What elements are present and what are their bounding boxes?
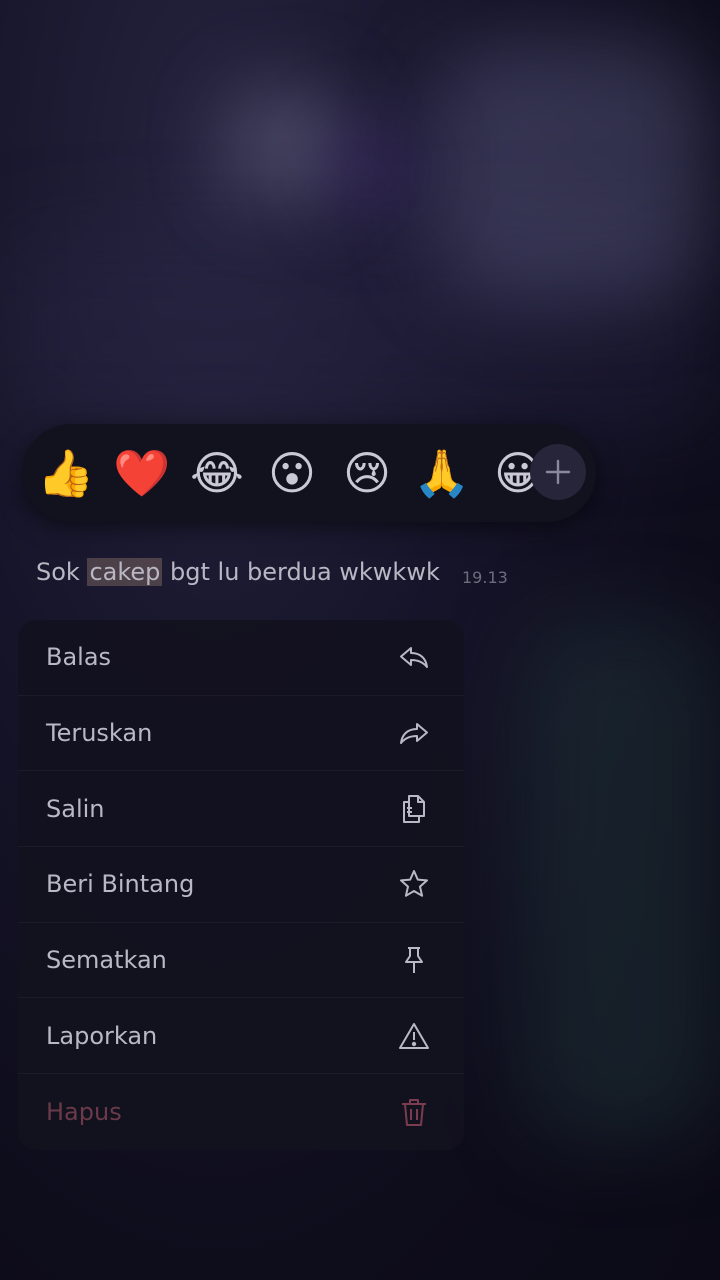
message-highlighted-word: cakep — [87, 558, 163, 586]
background-blur — [520, 620, 720, 1140]
background-blur — [330, 130, 410, 210]
menu-item-label: Hapus — [46, 1097, 122, 1126]
heart-icon: ❤️ — [113, 445, 171, 500]
background-blur — [230, 90, 340, 200]
copy-icon — [398, 793, 430, 825]
menu-item-label: Balas — [46, 643, 112, 672]
menu-item-copy[interactable]: Salin — [18, 771, 464, 848]
trash-icon — [398, 1096, 430, 1128]
star-icon — [398, 868, 430, 900]
reaction-red-heart[interactable]: ❤️ — [112, 424, 172, 522]
reply-icon — [398, 641, 430, 673]
message-text-end: bgt lu berdua wkwkwk — [162, 558, 440, 586]
menu-item-label: Sematkan — [46, 946, 167, 975]
background-blur — [430, 40, 710, 300]
warning-icon — [398, 1020, 430, 1052]
reaction-bar: 👍 ❤️ 😂 😮 😢 🙏 😀 — [22, 424, 596, 522]
reaction-tears-of-joy[interactable]: 😂 — [187, 424, 247, 522]
menu-item-report[interactable]: Laporkan — [18, 998, 464, 1075]
message-timestamp: 19.13 — [462, 568, 508, 587]
crying-face-icon: 😢 — [343, 446, 391, 500]
folded-hands-icon: 🙏 — [413, 445, 471, 500]
tears-of-joy-icon: 😂 — [190, 446, 244, 500]
chat-screen-overlay: 👍 ❤️ 😂 😮 😢 🙏 😀 Sok cakep bgt lu berdua w… — [0, 0, 720, 1280]
menu-item-reply[interactable]: Balas — [18, 620, 464, 696]
menu-item-delete[interactable]: Hapus — [18, 1074, 464, 1150]
menu-item-label: Teruskan — [46, 719, 153, 748]
reaction-surprised[interactable]: 😮 — [262, 424, 322, 522]
message-text-start: Sok — [36, 558, 88, 586]
reaction-folded-hands[interactable]: 🙏 — [412, 424, 472, 522]
selected-message: Sok cakep bgt lu berdua wkwkwk — [36, 552, 440, 592]
menu-item-pin[interactable]: Sematkan — [18, 923, 464, 999]
thumbs-up-icon: 👍 — [37, 445, 95, 500]
pin-icon — [398, 944, 430, 976]
forward-icon — [398, 717, 430, 749]
add-reaction-button[interactable] — [530, 444, 586, 500]
message-context-menu: Balas Teruskan Salin Beri Bintang Sematk… — [18, 620, 464, 1150]
plus-icon — [545, 459, 571, 485]
reaction-crying[interactable]: 😢 — [337, 424, 397, 522]
menu-item-label: Laporkan — [46, 1021, 158, 1050]
menu-item-label: Beri Bintang — [46, 870, 195, 899]
surprised-face-icon: 😮 — [268, 446, 316, 500]
reaction-thumbs-up[interactable]: 👍 — [36, 424, 96, 522]
menu-item-forward[interactable]: Teruskan — [18, 696, 464, 772]
menu-item-label: Salin — [46, 794, 105, 823]
menu-item-star[interactable]: Beri Bintang — [18, 847, 464, 923]
